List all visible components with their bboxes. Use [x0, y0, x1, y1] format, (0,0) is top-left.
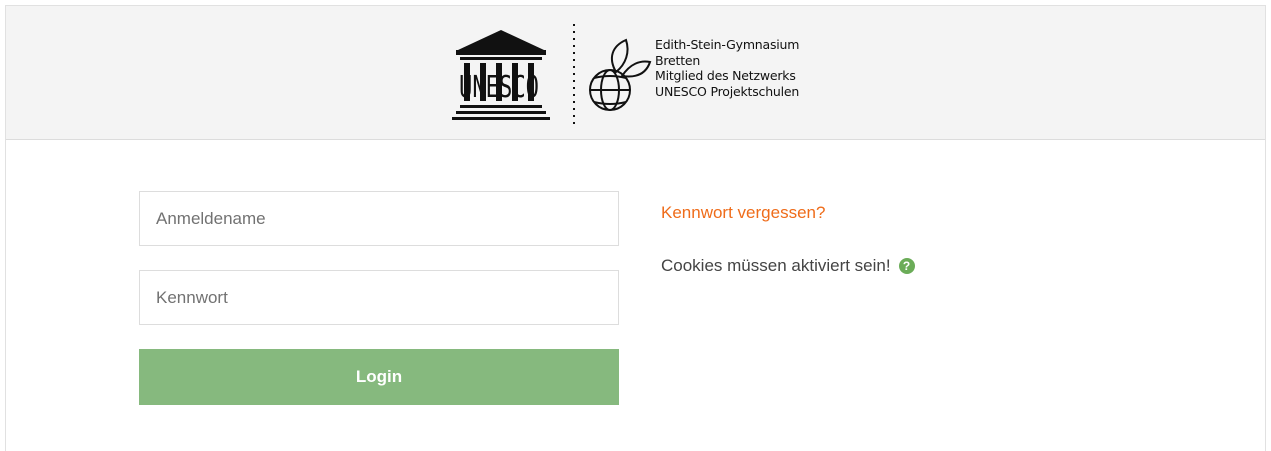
svg-text:UNESCO: UNESCO: [459, 70, 539, 105]
login-page: UNESCO Edith-Stein-Gymnasium Bretten Mit…: [5, 5, 1266, 451]
cookies-notice: Cookies müssen aktiviert sein! ?: [661, 256, 915, 276]
login-button[interactable]: Login: [139, 349, 619, 405]
school-name-line-1: Edith-Stein-Gymnasium: [655, 37, 800, 52]
password-input[interactable]: [139, 270, 619, 325]
logo-divider: [573, 24, 575, 124]
username-input[interactable]: [139, 191, 619, 246]
globe-leaf-logo-icon: [589, 38, 652, 111]
school-logo-block: UNESCO Edith-Stein-Gymnasium Bretten Mit…: [446, 22, 846, 126]
school-name-line-2: Bretten: [655, 52, 701, 68]
unesco-logo-icon: UNESCO: [452, 30, 550, 120]
help-icon[interactable]: ?: [898, 258, 915, 274]
page-header: UNESCO Edith-Stein-Gymnasium Bretten Mit…: [6, 6, 1265, 140]
forgot-password-link[interactable]: Kennwort vergessen?: [661, 203, 825, 223]
school-name-line-3: Mitglied des Netzwerks: [655, 68, 796, 83]
school-name-line-4: UNESCO Projektschulen: [655, 83, 800, 99]
school-name-text: Edith-Stein-Gymnasium Bretten Mitglied d…: [655, 37, 799, 99]
cookies-notice-text: Cookies müssen aktiviert sein!: [661, 256, 891, 275]
